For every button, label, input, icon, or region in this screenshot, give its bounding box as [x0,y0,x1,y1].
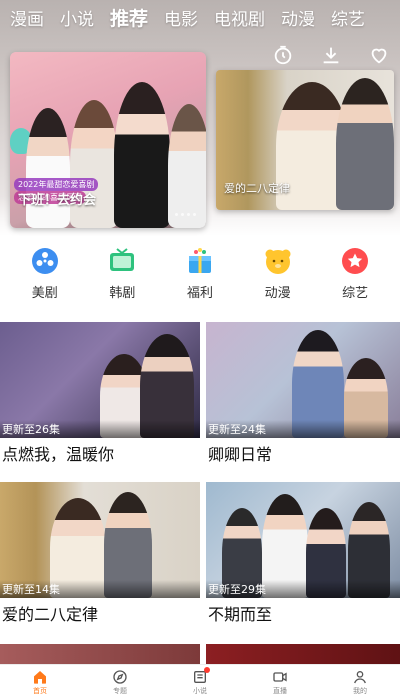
timer-icon[interactable] [272,44,294,66]
nav-label: 小说 [193,687,207,695]
video-card[interactable]: 更新至29集 不期而至 [206,482,400,642]
gift-box-icon [185,246,215,276]
video-card[interactable]: 更新至14集 爱的二八定律 [0,482,200,642]
home-icon [34,671,46,684]
quick-item-variety[interactable]: 综艺 [322,246,388,308]
download-icon[interactable] [320,44,342,66]
quick-item-anime[interactable]: 动漫 [245,246,311,308]
quick-item-label: 综艺 [342,286,369,301]
star-badge-icon [340,246,370,276]
recommend-grid: 更新至26集 点燃我，温暖你 更新至24集 卿卿日常 更新至14集 爱的二八定律… [0,322,400,642]
video-thumbnail: 更新至26集 [0,322,200,438]
bottom-navigation: 首页 专题 小说 直播 我的 [0,664,400,700]
heart-icon[interactable] [368,44,390,66]
video-thumbnail: 更新至29集 [206,482,400,598]
update-status: 更新至14集 [0,580,200,598]
quick-item-label: 美剧 [31,286,58,301]
notification-dot [204,667,210,673]
banner-person [336,78,394,210]
tab-tv-series[interactable]: 电视剧 [214,5,265,30]
banner-person [114,82,170,228]
nav-label: 我的 [353,687,367,695]
nav-label: 首页 [33,687,47,695]
video-title: 点燃我，温暖你 [2,445,115,464]
video-title: 卿卿日常 [208,445,273,464]
film-reel-icon [30,246,60,276]
video-thumbnail[interactable] [0,644,200,664]
banner-title: 下班！去约会 [18,193,97,208]
nav-live[interactable]: 直播 [250,669,310,696]
quick-item-label: 韩剧 [109,286,136,301]
nav-topics[interactable]: 专题 [90,669,150,696]
nav-label: 专题 [113,687,127,695]
video-icon [273,672,287,682]
banner-person [26,108,70,228]
top-actions [272,44,390,66]
tab-novels[interactable]: 小说 [60,5,94,30]
quick-item-label: 动漫 [264,286,291,301]
quick-item-label: 福利 [186,286,213,301]
quick-item-korean-drama[interactable]: 韩剧 [89,246,155,308]
category-tabs: 漫画 小说 推荐 电影 电视剧 动漫 综艺 [0,0,400,34]
nav-profile[interactable]: 我的 [330,669,390,696]
video-thumbnail: 更新至14集 [0,482,200,598]
banner-person [168,104,206,228]
banner-person [70,100,118,228]
tab-anime[interactable]: 动漫 [281,5,315,30]
update-status: 更新至24集 [206,420,400,438]
tv-icon [107,246,137,276]
bear-icon [263,246,293,276]
main-banner[interactable]: 2022年最甜恋爱喜剧 恋爱中的喜剧风骚 下班！去约会 [10,52,206,228]
nav-novels[interactable]: 小说 [170,667,230,696]
quick-item-welfare[interactable]: 福利 [167,246,233,308]
carousel-indicator [175,213,196,216]
tab-variety[interactable]: 综艺 [331,5,365,30]
video-title: 爱的二八定律 [2,605,99,624]
nav-label: 直播 [273,687,287,695]
side-banner[interactable]: 爱的二八定律 [216,70,394,210]
update-status: 更新至26集 [0,420,200,438]
tab-comics[interactable]: 漫画 [10,5,44,30]
next-row-thumbnails [0,644,400,664]
quick-categories: 美剧 韩剧 福利 动漫 综艺 [0,246,400,308]
video-title: 不期而至 [208,605,273,624]
video-card[interactable]: 更新至24集 卿卿日常 [206,322,400,482]
compass-icon [113,670,127,684]
user-icon [354,671,366,684]
update-status: 更新至29集 [206,580,400,598]
tab-movies[interactable]: 电影 [164,5,198,30]
nav-home[interactable]: 首页 [10,669,70,696]
video-card[interactable]: 更新至26集 点燃我，温暖你 [0,322,200,482]
tab-recommended[interactable]: 推荐 [110,4,148,31]
video-thumbnail: 更新至24集 [206,322,400,438]
quick-item-us-drama[interactable]: 美剧 [12,246,78,308]
video-thumbnail[interactable] [206,644,400,664]
side-banner-title: 爱的二八定律 [224,182,290,195]
